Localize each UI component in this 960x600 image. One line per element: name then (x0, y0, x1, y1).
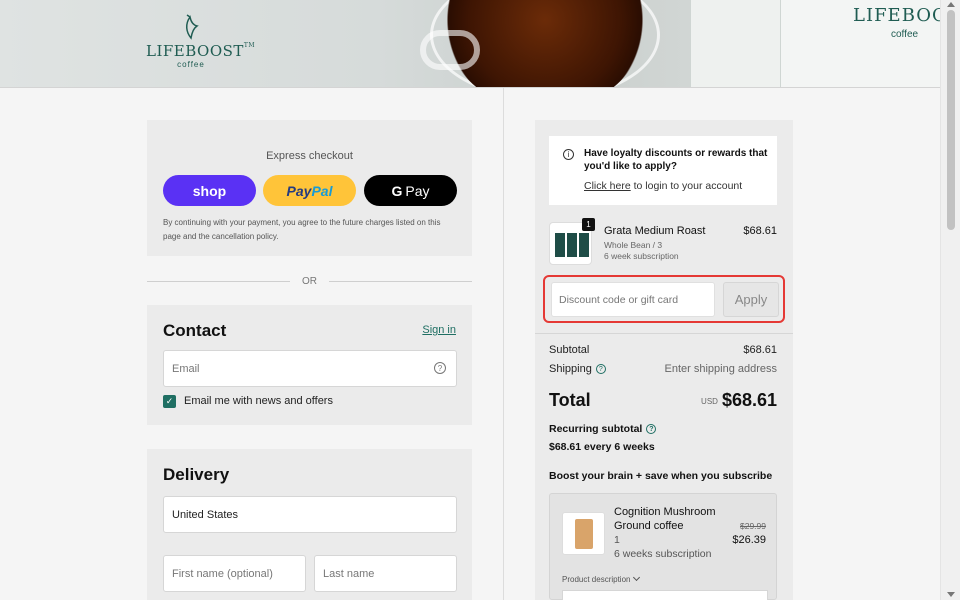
discount-highlight: Discount code or gift card Apply (543, 275, 785, 323)
product-description-toggle[interactable]: Product description (562, 573, 641, 584)
last-name-placeholder: Last name (323, 567, 375, 580)
loyalty-title: Have loyalty discounts or rewards that y… (584, 148, 768, 172)
upsell-product-name: Cognition Mushroom Ground coffee (614, 506, 716, 532)
boost-title: Boost your brain + save when you subscri… (549, 470, 773, 482)
first-name-placeholder: First name (optional) (172, 567, 273, 580)
recurring-subtotal-value: $68.61 every 6 weeks (549, 441, 655, 453)
shipping-row: Shipping? Enter shipping address (549, 363, 777, 375)
trademark: TM (243, 42, 256, 49)
shipping-help-icon[interactable]: ? (595, 364, 606, 375)
paypal-pay-label: Pay (286, 182, 312, 199)
subtotal-row: Subtotal $68.61 (549, 344, 777, 356)
discount-placeholder: Discount code or gift card (559, 293, 679, 306)
contact-title: Contact (163, 321, 227, 340)
scrollbar-thumb[interactable] (947, 10, 955, 230)
last-name-input[interactable]: Last name (314, 555, 457, 592)
coffee-cup-handle-image (420, 30, 480, 70)
brand-sub: coffee (177, 60, 205, 69)
bag-brand-text: LIFEBOOST (853, 5, 940, 26)
paypal-button[interactable]: Pay Pal (263, 175, 356, 206)
country-value: United States (172, 508, 239, 521)
upsell-qty: 1 (614, 534, 620, 546)
or-text: OR (302, 275, 317, 287)
recurring-help-icon[interactable]: ? (646, 424, 657, 435)
scroll-up-arrow[interactable] (947, 2, 955, 7)
shipping-value: Enter shipping address (664, 363, 777, 375)
newsletter-checkbox[interactable]: ✓ (163, 395, 176, 408)
order-summary: i Have loyalty discounts or rewards that… (535, 120, 793, 600)
newsletter-label[interactable]: Email me with news and offers (184, 395, 333, 407)
hummingbird-icon (186, 14, 199, 40)
google-g-icon: G (391, 182, 403, 199)
product-subscription: 6 week subscription (604, 251, 679, 261)
product-variant: Whole Bean / 3 (604, 240, 663, 250)
quantity-badge: 1 (582, 218, 595, 231)
product-name: Grata Medium Roast (604, 225, 706, 237)
email-placeholder: Email (172, 362, 200, 375)
info-icon: i (563, 149, 574, 160)
loyalty-login-link[interactable]: Click here (584, 180, 631, 192)
upsell-new-price: $26.39 (732, 534, 766, 546)
column-divider (503, 88, 504, 600)
apply-discount-button[interactable]: Apply (723, 282, 779, 317)
first-name-input[interactable]: First name (optional) (163, 555, 306, 592)
page-scrollbar[interactable] (940, 0, 960, 600)
header-banner: LIFEBOOST coffee LIFEBOOSTTM coffee (0, 0, 940, 88)
total-amount: $68.61 (721, 390, 777, 410)
or-divider: OR (147, 273, 472, 289)
cart-line-item: 1 Grata Medium Roast Whole Bean / 3 6 we… (549, 218, 777, 270)
brand-name: LIFEBOOST (146, 42, 244, 60)
shop-pay-label: shop (192, 182, 227, 199)
contact-section: Contact Sign in Email ? ✓ Email me with … (147, 305, 472, 425)
upsell-thumbnail (562, 512, 605, 555)
total-currency: USD (701, 396, 718, 406)
bag-sub-text: coffee (891, 29, 919, 40)
shop-pay-button[interactable]: shop (163, 175, 256, 206)
shipping-label: Shipping (549, 363, 592, 375)
google-pay-button[interactable]: G Pay (364, 175, 457, 206)
discount-code-input[interactable]: Discount code or gift card (551, 282, 715, 317)
coffee-bag-branded-image: LIFEBOOST coffee (780, 0, 940, 87)
upsell-select[interactable] (562, 590, 768, 600)
recurring-subtotal-label: Recurring subtotal? (549, 423, 657, 435)
total-value: USD $68.61 (701, 390, 777, 411)
coffee-bag-image (690, 0, 780, 87)
upsell-subscription: 6 weeks subscription (614, 548, 712, 560)
loyalty-link-suffix: to login to your account (630, 180, 743, 192)
paypal-pal-label: Pal (311, 182, 333, 199)
chevron-down-icon (633, 573, 641, 582)
product-price: $68.61 (743, 225, 777, 237)
lifeboost-logo[interactable]: LIFEBOOSTTM coffee (146, 14, 255, 76)
express-checkout-note: By continuing with your payment, you agr… (163, 218, 441, 241)
express-checkout-title: Express checkout (266, 150, 353, 162)
total-label: Total (549, 390, 591, 410)
delivery-title: Delivery (163, 465, 230, 484)
subtotal-label: Subtotal (549, 344, 590, 356)
upsell-card: Cognition Mushroom Ground coffee 1 6 wee… (549, 493, 777, 600)
loyalty-box: i Have loyalty discounts or rewards that… (549, 136, 777, 205)
subtotal-value: $68.61 (743, 344, 777, 356)
google-pay-label: Pay (405, 182, 430, 199)
express-checkout-panel: Express checkout shop Pay Pal G Pay By con… (147, 120, 472, 256)
help-icon[interactable]: ? (434, 362, 446, 374)
delivery-section: Delivery United States First name (optio… (147, 449, 472, 600)
scroll-down-arrow[interactable] (947, 592, 955, 597)
sign-in-link[interactable]: Sign in (422, 324, 456, 336)
country-select[interactable]: United States (163, 496, 457, 533)
upsell-old-price: $29.99 (740, 521, 766, 531)
email-input[interactable]: Email ? (163, 350, 457, 387)
